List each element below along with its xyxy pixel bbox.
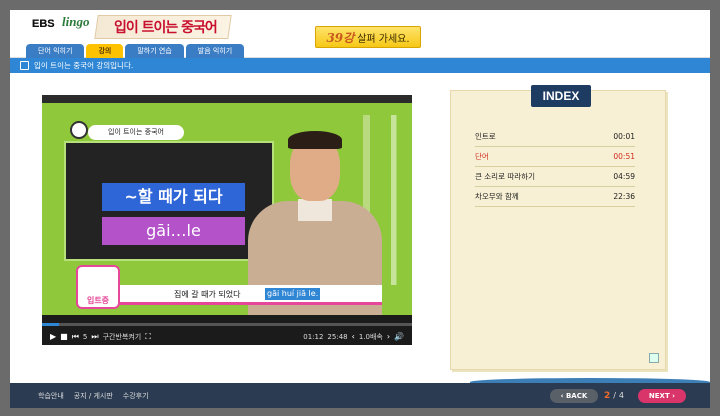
player-controls: ▶ ■ ⏮ 5 ⏭ 구간반복켜기 ⛶ 01:12 25:48 ‹ 1.0배속 ›… xyxy=(42,328,412,345)
board-pinyin-text: gāi…le xyxy=(102,217,245,245)
tab-lecture[interactable]: 강의 xyxy=(86,44,124,58)
footer-link-reviews[interactable]: 수강후기 xyxy=(123,391,149,401)
teacher-collar xyxy=(298,199,332,221)
page-total: 4 xyxy=(618,391,624,400)
speed-down-icon[interactable]: ‹ xyxy=(352,332,355,341)
index-item-with-chaomu[interactable]: 차오무와 함께 22:36 xyxy=(475,187,635,207)
speed-value: 1.0배속 xyxy=(358,332,383,341)
teacher-hair xyxy=(288,131,342,149)
panda-icon xyxy=(70,121,88,139)
ebs-logo: EBS xyxy=(32,18,55,30)
ebs-logo-text: EBS xyxy=(32,18,55,30)
index-list: 인트로 00:01 단어 00:51 큰 소리로 따라하기 04:59 차오무와 함께… xyxy=(475,127,635,207)
page-separator: / xyxy=(613,391,616,400)
index-item-time: 00:51 xyxy=(613,152,635,161)
menu-tabs: 단어 익히기 강의 말하기 연습 발음 익히기 xyxy=(26,44,245,58)
lecture-number: 39강 xyxy=(326,30,355,45)
fullscreen-icon[interactable]: ⛶ xyxy=(145,332,151,342)
total-time: 25:48 xyxy=(327,332,348,341)
lecture-title-badge: 39강 살펴 가세요. xyxy=(315,26,421,48)
play-icon[interactable]: ▶ xyxy=(50,332,56,341)
stop-icon[interactable]: ■ xyxy=(60,332,68,341)
tab-vocabulary[interactable]: 단어 익히기 xyxy=(26,44,85,58)
footer-links: 학습안내 공지 / 게시판 수강후기 xyxy=(10,391,550,401)
next-arrow-icon: › xyxy=(669,391,676,400)
footer-link-guide[interactable]: 학습안내 xyxy=(38,391,64,401)
next-button[interactable]: NEXT › xyxy=(638,388,686,403)
forward-icon[interactable]: ⏭ xyxy=(91,332,98,342)
repeat-button[interactable]: 구간반복켜기 xyxy=(103,332,142,342)
course-title: 입이 트이는 중국어 xyxy=(114,20,218,36)
subtitle-pinyin: gāi huí jiā le. xyxy=(265,288,321,300)
bottom-bar: 학습안내 공지 / 게시판 수강후기 ‹ BACK 2 / 4 NEXT › xyxy=(10,383,710,408)
page-current: 2 xyxy=(603,390,611,401)
progress-fill xyxy=(42,323,60,326)
mascot-label: 입트중 xyxy=(86,296,110,305)
note-icon xyxy=(20,61,29,70)
index-item-time: 04:59 xyxy=(613,172,635,181)
subtitle-korean: 집에 갈 때가 되었다 xyxy=(174,290,241,299)
back-button[interactable]: ‹ BACK xyxy=(549,388,598,403)
current-time: 01:12 xyxy=(303,332,324,341)
index-item-label: 단어 xyxy=(475,152,489,161)
info-bar: 입이 트이는 중국어 강의입니다. xyxy=(10,58,710,73)
app-frame: EBS lingo 입이 트이는 중국어 단어 익히기 강의 말하기 연습 발음… xyxy=(10,10,710,408)
rewind-steps: 5 xyxy=(82,332,88,341)
video-player: 입이 트이는 중국어 ~할 때가 되다 gāi…le 집에 갈 때가 되었다 g… xyxy=(42,95,412,345)
index-item-time: 00:01 xyxy=(613,132,635,141)
index-item-intro[interactable]: 인트로 00:01 xyxy=(475,127,635,147)
index-title: INDEX xyxy=(531,85,591,107)
index-item-time: 22:36 xyxy=(613,192,635,201)
back-label: BACK xyxy=(565,391,588,400)
lingo-logo: lingo xyxy=(62,14,90,29)
footer-link-notice[interactable]: 공지 / 게시판 xyxy=(74,391,113,401)
index-panel: INDEX 인트로 00:01 단어 00:51 큰 소리로 따라하기 04:59 차… xyxy=(450,85,666,370)
progress-track[interactable] xyxy=(42,323,412,326)
tab-speaking[interactable]: 말하기 연습 xyxy=(125,44,184,58)
index-item-label: 차오무와 함께 xyxy=(475,192,519,201)
rewind-icon[interactable]: ⏮ xyxy=(72,332,79,342)
board-label: 입이 트이는 중국어 xyxy=(88,125,184,140)
index-item-label: 큰 소리로 따라하기 xyxy=(475,172,535,181)
info-bar-text: 입이 트이는 중국어 강의입니다. xyxy=(34,61,134,70)
next-label: NEXT xyxy=(648,391,670,400)
board-korean-text: ~할 때가 되다 xyxy=(102,183,245,211)
index-item-read-aloud[interactable]: 큰 소리로 따라하기 04:59 xyxy=(475,167,635,187)
top-bar: EBS lingo 입이 트이는 중국어 단어 익히기 강의 말하기 연습 발음… xyxy=(10,10,710,58)
index-item-vocabulary[interactable]: 단어 00:51 xyxy=(475,147,635,167)
corner-ornament-icon xyxy=(649,353,659,363)
index-item-label: 인트로 xyxy=(475,132,496,141)
speed-up-icon[interactable]: › xyxy=(387,332,390,341)
volume-icon[interactable]: 🔊 xyxy=(394,332,404,341)
video-screen[interactable]: 입이 트이는 중국어 ~할 때가 되다 gāi…le 집에 갈 때가 되었다 g… xyxy=(42,95,412,315)
tab-pronunciation[interactable]: 발음 익히기 xyxy=(185,44,245,58)
lecture-name: 살펴 가세요. xyxy=(357,33,410,45)
